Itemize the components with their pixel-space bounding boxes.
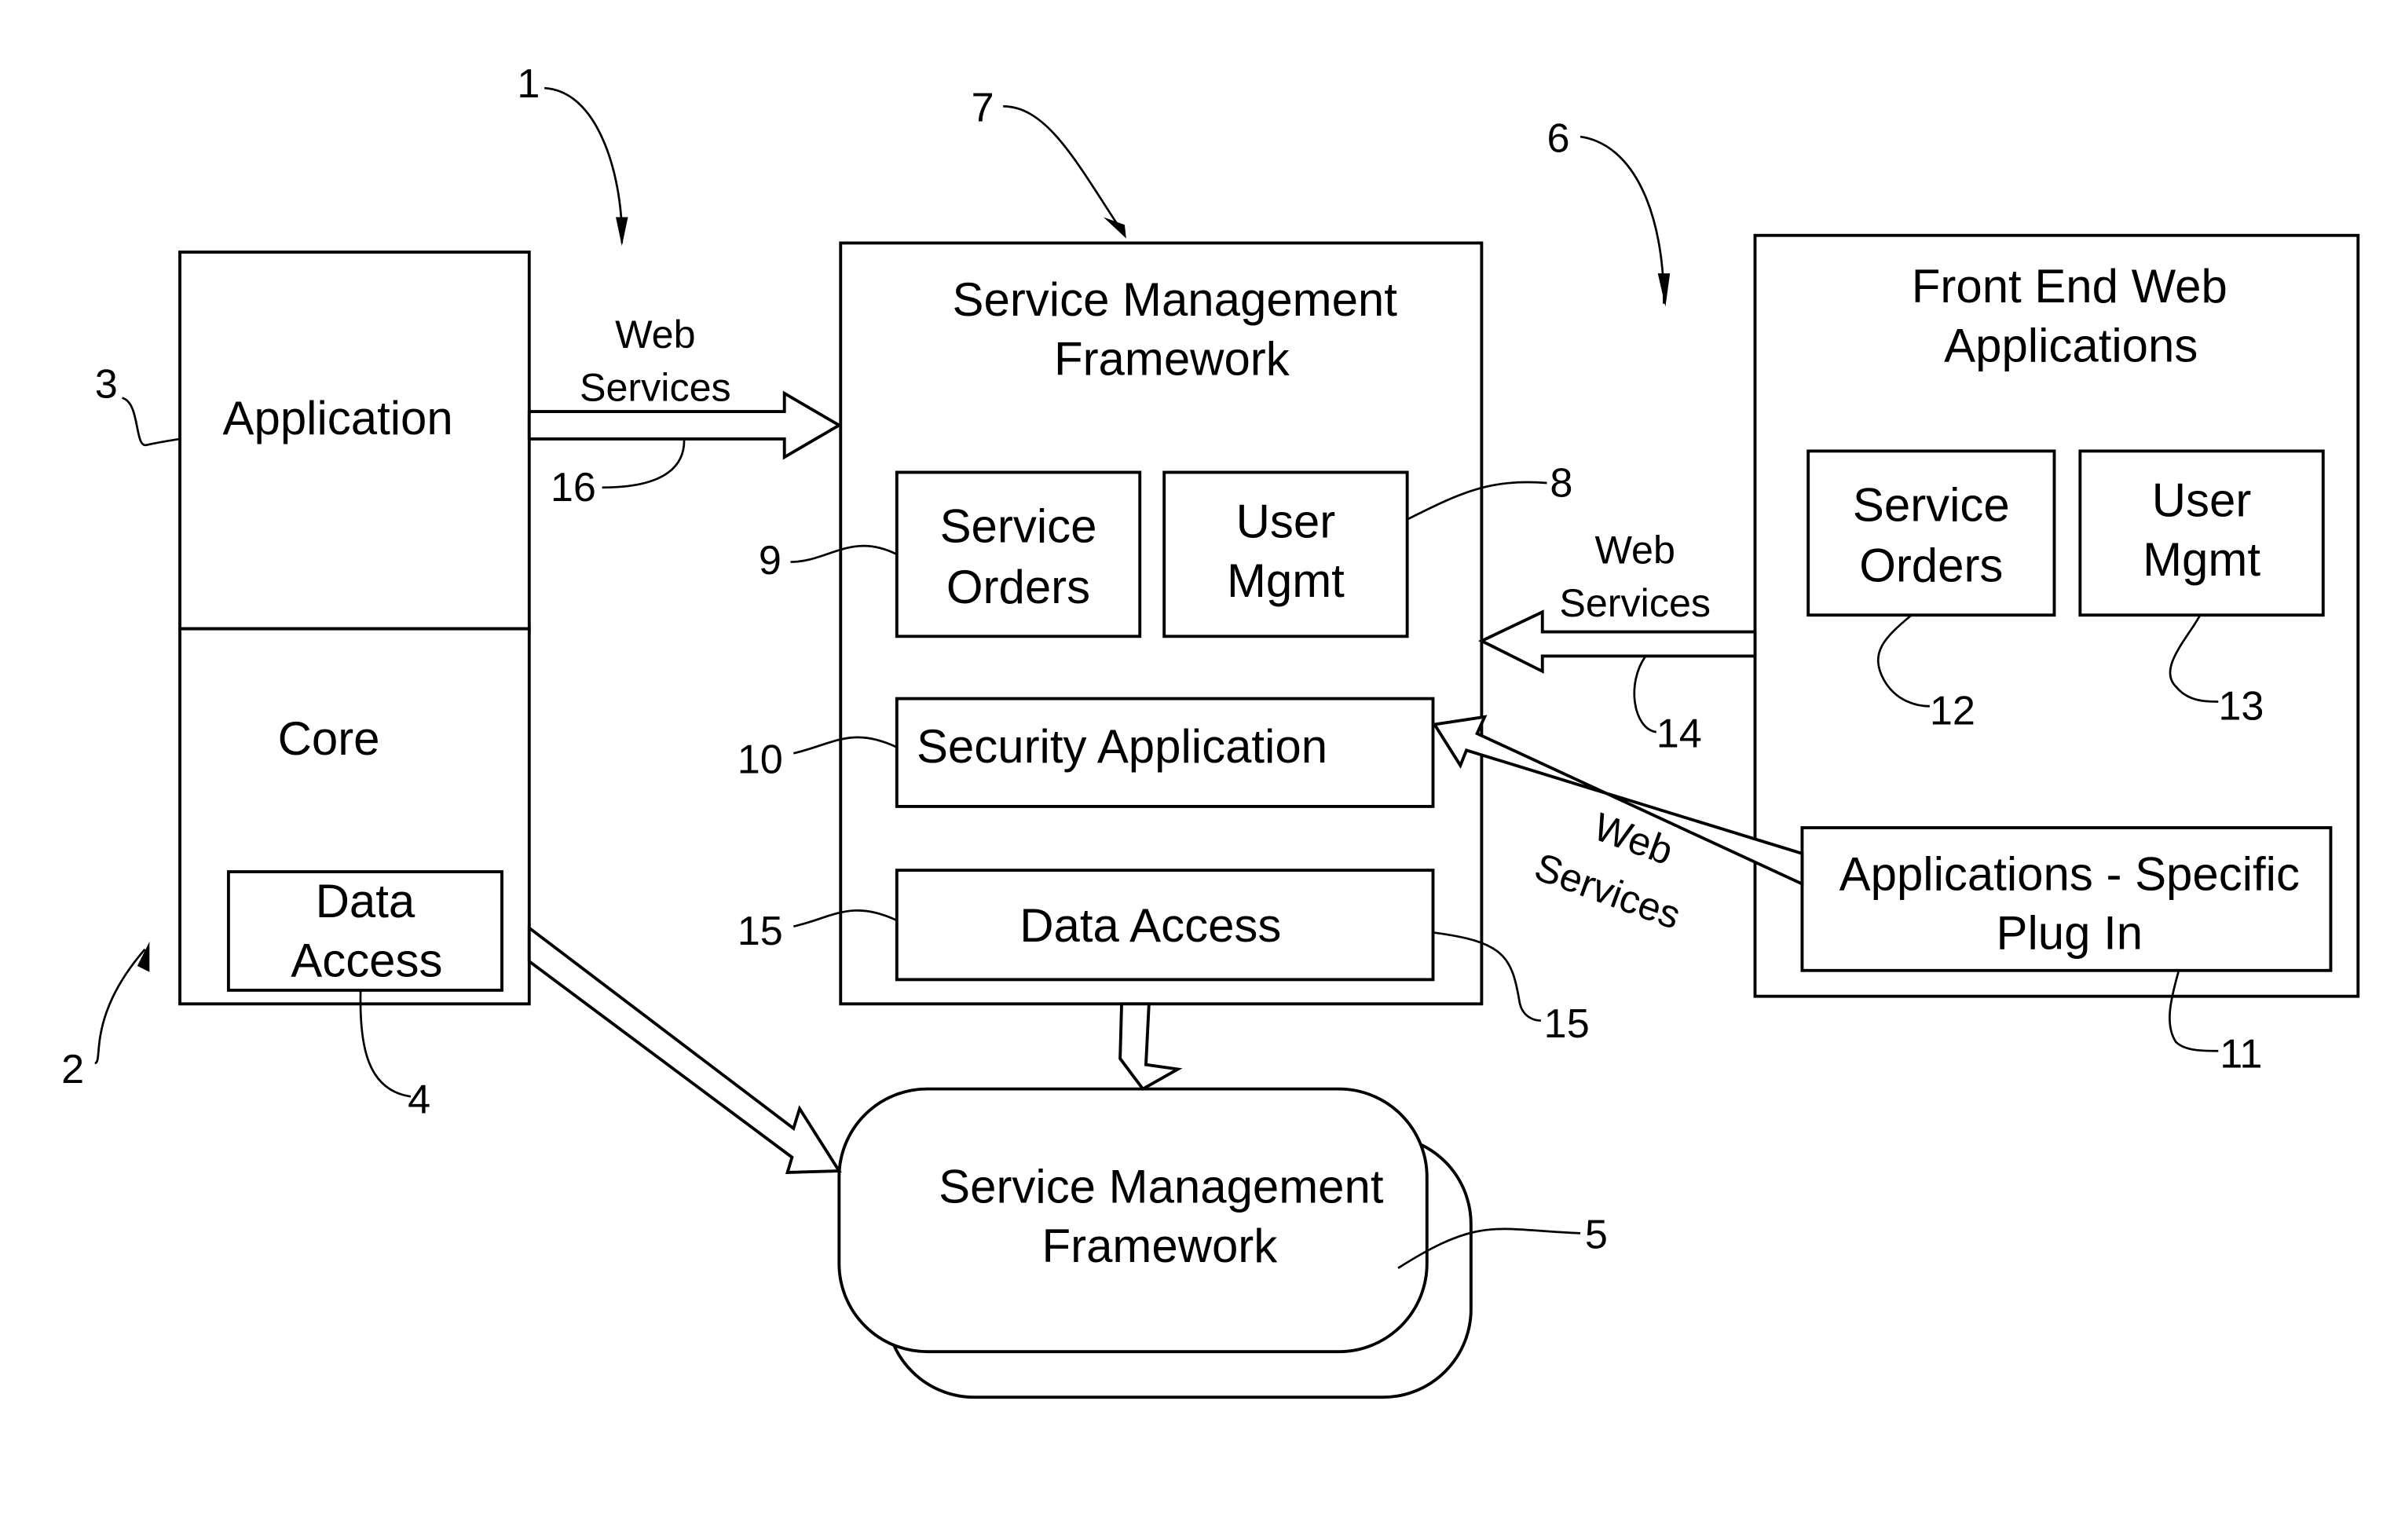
bottom-framework-title-line1: Service Management	[939, 1161, 1384, 1213]
ref-13: 13	[2218, 684, 2264, 730]
application-label: Application	[223, 392, 453, 444]
ref-15-right: 15	[1544, 1001, 1590, 1047]
leader-16	[602, 440, 686, 489]
leader-4	[359, 989, 412, 1098]
bottom-framework-title-line2: Framework	[1042, 1220, 1279, 1272]
patent-diagram: Application Core Data Access Service Man…	[61, 61, 2360, 1399]
ref-16: 16	[551, 465, 596, 510]
front-end-title-line2: Applications	[1944, 319, 2198, 371]
leader-3	[121, 397, 181, 446]
ref-11: 11	[2220, 1032, 2262, 1077]
framework-title-line1: Service Management	[953, 273, 1398, 326]
core-to-framework-arrow	[527, 924, 842, 1175]
web-services-top-line1: Web	[615, 312, 695, 357]
front-end-title-line1: Front End Web	[1912, 260, 2227, 313]
ref-4: 4	[408, 1077, 430, 1123]
security-application-label: Security Application	[917, 720, 1327, 773]
ref-7: 7	[972, 86, 994, 131]
front-user-mgmt-line2: Mgmt	[2143, 533, 2260, 586]
front-user-mgmt-line1: User	[2152, 474, 2252, 527]
web-services-right-line2: Services	[1559, 580, 1711, 625]
center-service-orders-line1: Service	[940, 499, 1097, 552]
ref-10: 10	[738, 737, 783, 782]
front-end-web-applications: Front End Web Applications Service Order…	[1753, 233, 2360, 998]
leader-7	[1003, 105, 1126, 236]
ref-15-left: 15	[738, 909, 783, 954]
leader-14	[1633, 655, 1657, 733]
web-services-top-line2: Services	[580, 365, 731, 410]
ref-3: 3	[95, 362, 118, 408]
leader-1	[544, 86, 624, 243]
core-label: Core	[278, 712, 380, 765]
center-service-orders-line2: Orders	[946, 561, 1090, 613]
bottom-framework: Service Management Framework	[837, 1087, 1473, 1399]
leader-6	[1580, 135, 1665, 304]
leader-1-arrowhead	[616, 217, 628, 247]
core-data-access-line1: Data	[316, 875, 415, 927]
ref-9: 9	[759, 538, 782, 583]
ref-8: 8	[1550, 460, 1572, 506]
leader-2	[94, 948, 146, 1065]
web-services-right-line1: Web	[1594, 527, 1675, 572]
center-data-access-label: Data Access	[1019, 899, 1281, 952]
ref-5: 5	[1585, 1213, 1608, 1258]
ref-2: 2	[61, 1047, 84, 1092]
ref-1: 1	[517, 61, 540, 107]
web-services-arrow-diagonal	[1432, 715, 1804, 887]
front-service-orders-line1: Service	[1853, 478, 2010, 531]
plugin-line1: Applications - Specific	[1839, 847, 2300, 900]
data-access-arrow-down	[1118, 1002, 1183, 1092]
front-service-orders-line2: Orders	[1859, 540, 2003, 592]
core-data-access-line2: Access	[291, 935, 442, 987]
framework-title-line2: Framework	[1054, 333, 1290, 386]
plugin-line2: Plug In	[1997, 907, 2143, 960]
ref-14: 14	[1656, 711, 1702, 756]
left-system: Application Core Data Access	[178, 251, 531, 1006]
ref-6: 6	[1547, 115, 1570, 161]
ref-12: 12	[1930, 688, 1975, 733]
center-user-mgmt-line1: User	[1236, 496, 1336, 548]
center-framework: Service Management Framework Service Ord…	[839, 241, 1484, 1006]
center-user-mgmt-line2: Mgmt	[1227, 554, 1345, 607]
